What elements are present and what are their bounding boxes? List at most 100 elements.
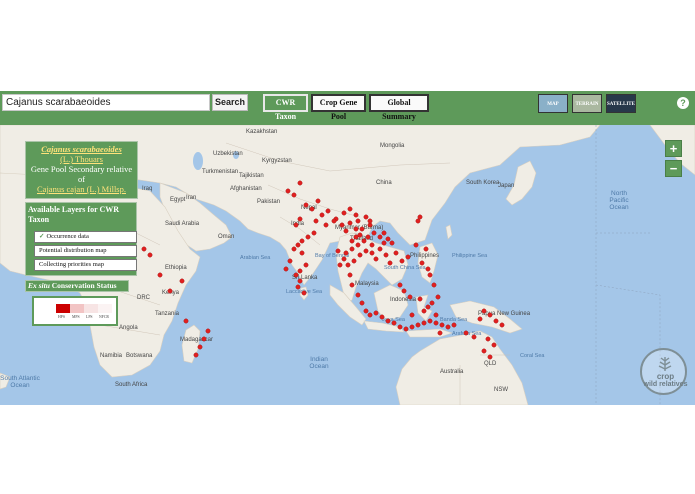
occurrence-point[interactable] <box>439 322 445 328</box>
occurrence-point[interactable] <box>487 354 493 360</box>
occurrence-point[interactable] <box>409 312 415 318</box>
occurrence-point[interactable] <box>369 242 375 248</box>
occurrence-point[interactable] <box>399 258 405 264</box>
occurrence-point[interactable] <box>357 252 363 258</box>
occurrence-point[interactable] <box>303 262 309 268</box>
occurrence-point[interactable] <box>357 232 363 238</box>
occurrence-point[interactable] <box>315 198 321 204</box>
occurrence-point[interactable] <box>355 292 361 298</box>
occurrence-point[interactable] <box>347 272 353 278</box>
occurrence-point[interactable] <box>309 206 315 212</box>
occurrence-point[interactable] <box>389 240 395 246</box>
occurrence-point[interactable] <box>437 330 443 336</box>
occurrence-point[interactable] <box>157 272 163 278</box>
occurrence-point[interactable] <box>353 226 359 232</box>
occurrence-point[interactable] <box>481 308 487 314</box>
occurrence-point[interactable] <box>385 318 391 324</box>
occurrence-point[interactable] <box>471 334 477 340</box>
occurrence-point[interactable] <box>341 210 347 216</box>
occurrence-point[interactable] <box>183 318 189 324</box>
occurrence-point[interactable] <box>347 220 353 226</box>
occurrence-point[interactable] <box>381 230 387 236</box>
occurrence-point[interactable] <box>429 300 435 306</box>
layer-potential-distribution[interactable]: Potential distribution map <box>34 245 137 257</box>
search-input[interactable] <box>2 94 210 111</box>
occurrence-point[interactable] <box>339 222 345 228</box>
occurrence-point[interactable] <box>297 180 303 186</box>
occurrence-point[interactable] <box>385 236 391 242</box>
occurrence-point[interactable] <box>299 250 305 256</box>
occurrence-point[interactable] <box>481 348 487 354</box>
occurrence-point[interactable] <box>369 250 375 256</box>
tab-global-summary[interactable]: Global Summary <box>369 94 429 121</box>
occurrence-point[interactable] <box>463 330 469 336</box>
occurrence-point[interactable] <box>365 234 371 240</box>
occurrence-point[interactable] <box>301 290 307 296</box>
help-icon[interactable]: ? <box>677 97 689 109</box>
occurrence-point[interactable] <box>421 320 427 326</box>
occurrence-point[interactable] <box>287 258 293 264</box>
occurrence-point[interactable] <box>201 336 207 342</box>
occurrence-point[interactable] <box>311 230 317 236</box>
occurrence-point[interactable] <box>305 234 311 240</box>
occurrence-point[interactable] <box>367 218 373 224</box>
occurrence-point[interactable] <box>381 240 387 246</box>
occurrence-point[interactable] <box>359 226 365 232</box>
occurrence-point[interactable] <box>377 246 383 252</box>
occurrence-point[interactable] <box>345 262 351 268</box>
occurrence-point[interactable] <box>415 218 421 224</box>
occurrence-point[interactable] <box>493 318 499 324</box>
occurrence-point[interactable] <box>373 310 379 316</box>
layer-collecting-priorities[interactable]: Collecting priorities map <box>34 259 137 271</box>
occurrence-point[interactable] <box>417 296 423 302</box>
occurrence-point[interactable] <box>433 320 439 326</box>
zoom-in-button[interactable]: + <box>665 140 682 157</box>
occurrence-point[interactable] <box>291 192 297 198</box>
occurrence-point[interactable] <box>141 246 147 252</box>
occurrence-point[interactable] <box>367 312 373 318</box>
occurrence-point[interactable] <box>331 218 337 224</box>
occurrence-point[interactable] <box>371 230 377 236</box>
search-button[interactable]: Search <box>212 94 248 111</box>
occurrence-point[interactable] <box>397 282 403 288</box>
occurrence-point[interactable] <box>363 214 369 220</box>
taxon-author-link[interactable]: (L.) Thouars <box>26 154 137 164</box>
occurrence-point[interactable] <box>325 208 331 214</box>
occurrence-point[interactable] <box>297 268 303 274</box>
occurrence-point[interactable] <box>487 312 493 318</box>
occurrence-point[interactable] <box>425 266 431 272</box>
occurrence-point[interactable] <box>427 318 433 324</box>
occurrence-point[interactable] <box>197 344 203 350</box>
occurrence-point[interactable] <box>353 234 359 240</box>
tab-cwr-taxon[interactable]: CWR Taxon <box>263 94 308 121</box>
occurrence-point[interactable] <box>337 262 343 268</box>
occurrence-point[interactable] <box>393 250 399 256</box>
occurrence-point[interactable] <box>383 252 389 258</box>
occurrence-point[interactable] <box>433 312 439 318</box>
tab-crop-gene-pool[interactable]: Crop Gene Pool <box>311 94 366 121</box>
occurrence-point[interactable] <box>405 254 411 260</box>
occurrence-point[interactable] <box>485 336 491 342</box>
occurrence-point[interactable] <box>335 248 341 254</box>
occurrence-point[interactable] <box>409 324 415 330</box>
occurrence-point[interactable] <box>401 288 407 294</box>
occurrence-point[interactable] <box>299 238 305 244</box>
occurrence-point[interactable] <box>431 282 437 288</box>
occurrence-point[interactable] <box>373 256 379 262</box>
occurrence-point[interactable] <box>297 278 303 284</box>
occurrence-point[interactable] <box>499 322 505 328</box>
occurrence-point[interactable] <box>417 214 423 220</box>
occurrence-point[interactable] <box>421 308 427 314</box>
occurrence-point[interactable] <box>379 314 385 320</box>
map-type-map-button[interactable]: MAP <box>538 94 568 113</box>
occurrence-point[interactable] <box>391 320 397 326</box>
occurrence-point[interactable] <box>303 202 309 208</box>
occurrence-point[interactable] <box>353 212 359 218</box>
occurrence-point[interactable] <box>415 322 421 328</box>
occurrence-point[interactable] <box>341 256 347 262</box>
occurrence-point[interactable] <box>361 238 367 244</box>
occurrence-point[interactable] <box>397 324 403 330</box>
map-type-satellite-button[interactable]: SATELLITE <box>606 94 636 113</box>
occurrence-point[interactable] <box>367 222 373 228</box>
zoom-out-button[interactable]: − <box>665 160 682 177</box>
